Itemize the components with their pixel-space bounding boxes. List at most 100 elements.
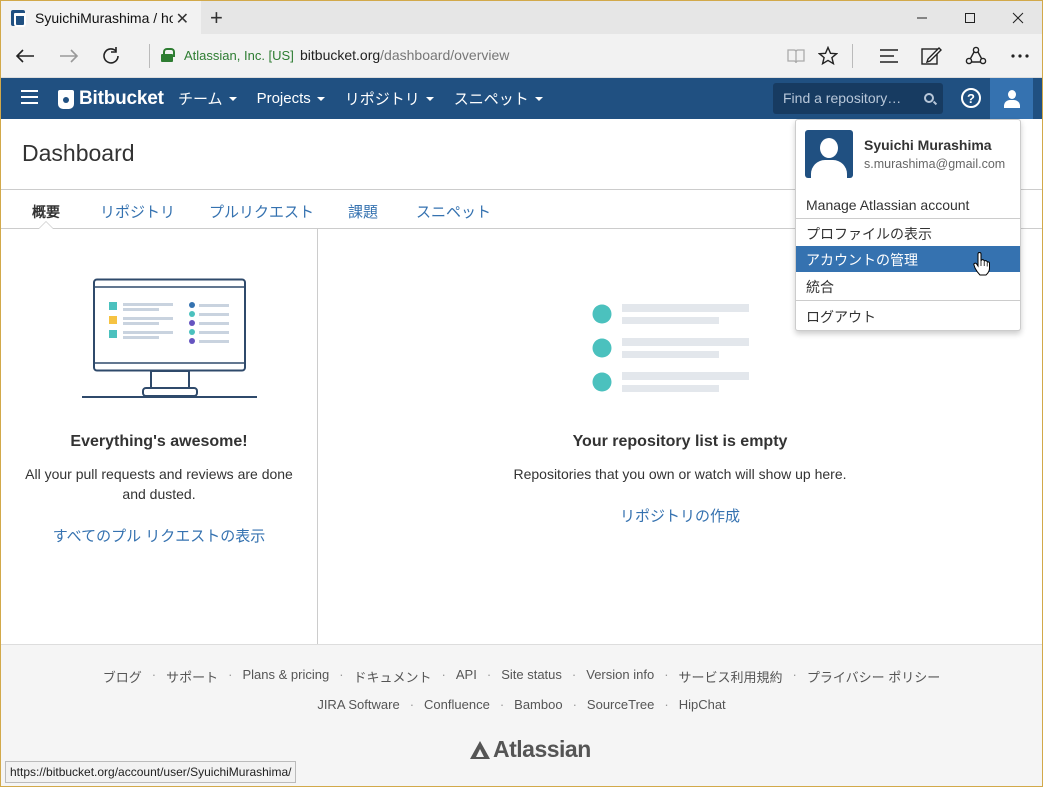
url-field[interactable]: bitbucket.org/dashboard/overview bbox=[300, 47, 509, 63]
footer-links-row1: ブログ · サポート · Plans & pricing · ドキュメント · API ·… bbox=[1, 667, 1042, 686]
footer-separator: · bbox=[486, 667, 492, 682]
footer-separator: · bbox=[151, 667, 157, 682]
new-tab-icon[interactable]: + bbox=[210, 5, 223, 31]
web-note-icon[interactable] bbox=[919, 44, 943, 68]
footer-separator: · bbox=[441, 667, 446, 682]
toolbar-separator bbox=[852, 44, 853, 68]
menu-repositories-label: リポジトリ bbox=[344, 91, 420, 108]
url-path: /dashboard/overview bbox=[380, 47, 510, 63]
reload-icon[interactable] bbox=[97, 42, 125, 70]
menu-repositories[interactable]: リポジトリ bbox=[345, 78, 434, 119]
share-icon[interactable] bbox=[964, 44, 988, 68]
footer-links-row2: JIRA Software · Confluence · Bamboo · Sourc… bbox=[1, 697, 1042, 712]
tab-close-icon[interactable]: ✕ bbox=[176, 9, 189, 29]
menu-teams[interactable]: チーム bbox=[178, 78, 237, 119]
right-panel-heading: Your repository list is empty bbox=[572, 433, 788, 450]
footer-link-bamboo[interactable]: Bamboo bbox=[514, 697, 562, 712]
footer-link-blog[interactable]: ブログ bbox=[103, 667, 142, 686]
left-panel-heading: Everything's awesome! bbox=[70, 433, 248, 450]
hand-cursor-icon bbox=[973, 252, 990, 276]
repository-search-input[interactable]: Find a repository… bbox=[773, 83, 943, 114]
footer-link-hipchat[interactable]: HipChat bbox=[679, 697, 726, 712]
footer-link-site-status[interactable]: Site status bbox=[501, 667, 562, 686]
footer-separator: · bbox=[409, 697, 415, 712]
left-panel-text-line2: and dusted. bbox=[122, 486, 196, 502]
atlassian-logo[interactable]: Atlassian bbox=[469, 736, 591, 763]
footer-link-sourcetree[interactable]: SourceTree bbox=[587, 697, 654, 712]
chevron-down-icon bbox=[534, 96, 543, 101]
search-icon[interactable] bbox=[924, 93, 934, 103]
footer-separator: · bbox=[571, 667, 577, 682]
footer-link-terms[interactable]: サービス利用規約 bbox=[679, 667, 783, 686]
header-menu: チーム Projects リポジトリ スニペット bbox=[178, 78, 563, 119]
page-title: Dashboard bbox=[22, 140, 135, 166]
chevron-down-icon bbox=[425, 96, 434, 101]
dropdown-user-email: s.murashima@gmail.com bbox=[864, 157, 1006, 171]
footer-link-support[interactable]: サポート bbox=[166, 667, 218, 686]
back-arrow-icon[interactable] bbox=[11, 42, 39, 70]
empty-list-illustration bbox=[592, 304, 749, 392]
minimize-icon[interactable] bbox=[898, 1, 946, 34]
footer-separator: · bbox=[339, 667, 344, 682]
footer-link-api[interactable]: API bbox=[456, 667, 477, 686]
footer-separator: · bbox=[499, 697, 505, 712]
active-tab-indicator-fill bbox=[39, 222, 53, 229]
bitbucket-favicon-icon bbox=[11, 9, 26, 27]
atlassian-wordmark: Atlassian bbox=[493, 736, 591, 762]
view-profile-item[interactable]: プロファイルの表示 bbox=[796, 220, 1020, 246]
maximize-icon[interactable] bbox=[946, 1, 994, 34]
user-icon bbox=[1002, 89, 1022, 109]
bitbucket-logo[interactable]: Bitbucket bbox=[58, 88, 164, 110]
tab-issues[interactable]: 課題 bbox=[348, 201, 378, 222]
hamburger-menu-icon[interactable] bbox=[21, 90, 38, 105]
help-icon[interactable]: ? bbox=[961, 88, 981, 108]
monitor-illustration bbox=[82, 278, 257, 398]
hub-icon[interactable] bbox=[877, 44, 901, 68]
footer-separator: · bbox=[572, 697, 577, 712]
bitbucket-header: Bitbucket チーム Projects リポジトリ スニペット Find … bbox=[1, 78, 1042, 119]
footer-link-plans-pricing[interactable]: Plans & pricing bbox=[242, 667, 329, 686]
footer-separator: · bbox=[664, 667, 669, 682]
address-separator bbox=[149, 44, 150, 68]
footer-link-confluence[interactable]: Confluence bbox=[424, 697, 490, 712]
browser-window: SyuichiMurashima / hor ✕ + Atlassian, In… bbox=[0, 0, 1043, 787]
menu-snippets-label: スニペット bbox=[453, 91, 529, 108]
footer-link-version-info[interactable]: Version info bbox=[586, 667, 654, 686]
footer-link-documentation[interactable]: ドキュメント bbox=[354, 667, 432, 686]
menu-snippets[interactable]: スニペット bbox=[454, 78, 543, 119]
chevron-down-icon bbox=[228, 96, 237, 101]
title-bar: SyuichiMurashima / hor ✕ + bbox=[1, 1, 1042, 34]
forward-arrow-icon[interactable] bbox=[55, 42, 83, 70]
browser-tab[interactable]: SyuichiMurashima / hor ✕ bbox=[1, 1, 201, 34]
url-host: bitbucket.org bbox=[300, 47, 381, 63]
address-bar: Atlassian, Inc. [US] bitbucket.org/dashb… bbox=[1, 34, 1042, 78]
footer-link-privacy[interactable]: プライバシー ポリシー bbox=[807, 667, 940, 686]
user-avatar-button[interactable] bbox=[990, 78, 1033, 119]
manage-atlassian-account-item[interactable]: Manage Atlassian account bbox=[796, 193, 1020, 219]
tab-repositories[interactable]: リポジトリ bbox=[100, 201, 175, 222]
footer-link-jira[interactable]: JIRA Software bbox=[317, 697, 399, 712]
menu-projects-label: Projects bbox=[256, 90, 311, 107]
logout-item[interactable]: ログアウト bbox=[796, 303, 1020, 329]
create-repository-link[interactable]: リポジトリの作成 bbox=[318, 505, 1042, 526]
tab-overview[interactable]: 概要 bbox=[32, 202, 60, 222]
integrations-item[interactable]: 統合 bbox=[796, 273, 1020, 299]
user-dropdown-menu: Syuichi Murashima s.murashima@gmail.com … bbox=[795, 119, 1021, 331]
certificate-name[interactable]: Atlassian, Inc. [US] bbox=[184, 48, 294, 63]
menu-projects[interactable]: Projects bbox=[257, 78, 325, 119]
tab-snippets[interactable]: スニペット bbox=[416, 201, 491, 222]
footer-separator: · bbox=[792, 667, 797, 682]
reading-view-icon[interactable] bbox=[784, 44, 808, 68]
tab-pull-requests[interactable]: プルリクエスト bbox=[209, 201, 314, 222]
status-bar-url: https://bitbucket.org/account/user/Syuic… bbox=[5, 761, 297, 783]
view-all-pull-requests-link[interactable]: すべてのプル リクエストの表示 bbox=[1, 525, 317, 546]
dropdown-separator bbox=[796, 300, 1020, 301]
lock-icon[interactable] bbox=[161, 48, 175, 62]
window-controls bbox=[898, 1, 1042, 34]
close-window-icon[interactable] bbox=[994, 1, 1042, 34]
bitbucket-wordmark: Bitbucket bbox=[79, 88, 164, 109]
right-panel-text: Repositories that you own or watch will … bbox=[513, 466, 847, 482]
favorite-star-icon[interactable] bbox=[816, 44, 840, 68]
more-dots-icon[interactable] bbox=[1008, 44, 1032, 68]
footer-separator: · bbox=[664, 697, 669, 712]
